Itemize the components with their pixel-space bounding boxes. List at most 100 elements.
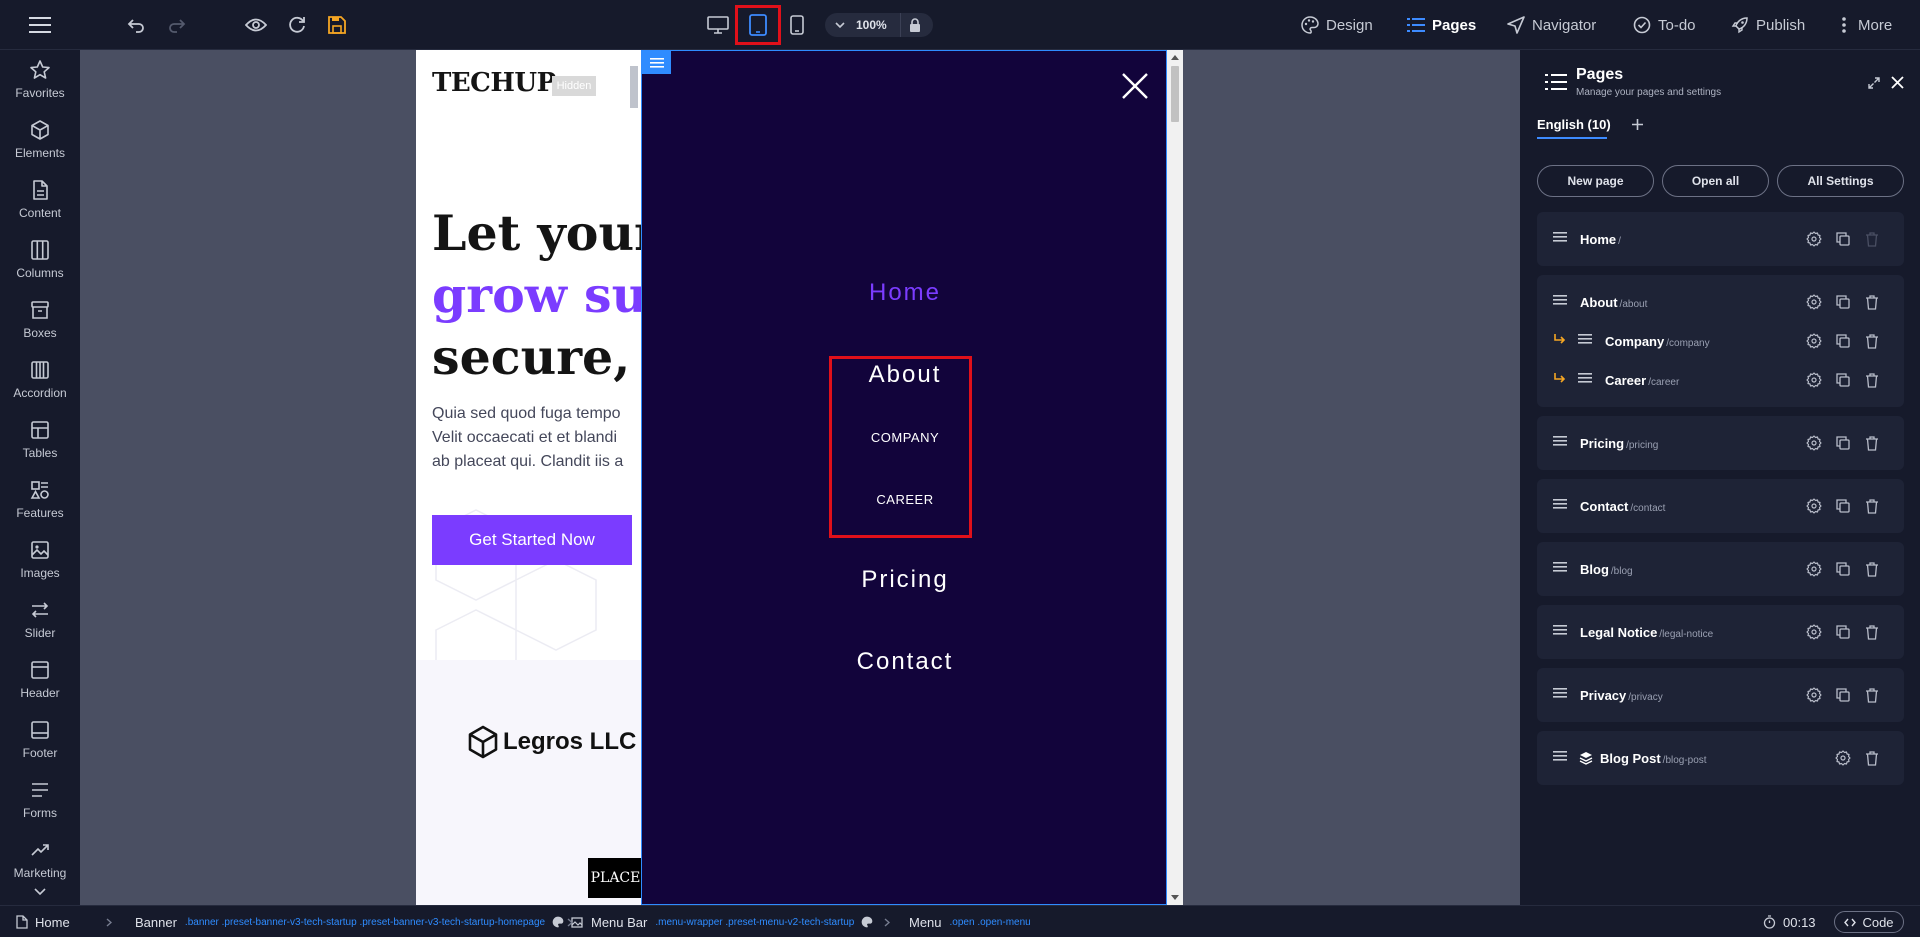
menu-item-home[interactable]: Home	[642, 279, 1168, 307]
page-row[interactable]: Blog Post/blog-post	[1537, 739, 1904, 777]
scroll-up-icon[interactable]	[1171, 54, 1179, 60]
page-row[interactable]: Home /	[1537, 220, 1904, 258]
page-row[interactable]: Pricing/pricing	[1537, 424, 1904, 462]
sidebar-item-footer[interactable]: Footer	[0, 710, 80, 770]
preview-scrollbar[interactable]	[1167, 50, 1183, 905]
breadcrumb-menu-bar[interactable]: Menu Bar .menu-wrapper .preset-menu-v2-t…	[591, 906, 873, 937]
duplicate-icon[interactable]	[1835, 372, 1851, 388]
sidebar-item-favorites[interactable]: Favorites	[0, 50, 80, 110]
trash-icon[interactable]	[1864, 294, 1880, 310]
gear-icon[interactable]	[1835, 750, 1851, 766]
trash-icon[interactable]	[1864, 372, 1880, 388]
nav-pages[interactable]: Pages	[1407, 0, 1476, 50]
nav-design[interactable]: Design	[1301, 0, 1373, 50]
breadcrumb-banner[interactable]: Banner .banner .preset-banner-v3-tech-st…	[135, 906, 583, 937]
undo-icon[interactable]	[124, 13, 148, 37]
duplicate-icon[interactable]	[1835, 498, 1851, 514]
duplicate-icon[interactable]	[1835, 435, 1851, 451]
nav-publish[interactable]: Publish	[1731, 0, 1805, 50]
hamburger-menu-icon[interactable]	[28, 13, 52, 37]
site-logo[interactable]: TECHUP	[432, 68, 556, 98]
sidebar-item-features[interactable]: Features	[0, 470, 80, 530]
desktop-view-icon[interactable]	[706, 13, 730, 37]
code-button[interactable]: Code	[1834, 911, 1904, 933]
page-row[interactable]: Privacy/privacy	[1537, 676, 1904, 714]
trash-icon[interactable]	[1864, 687, 1880, 703]
menu-item-contact[interactable]: Contact	[642, 648, 1168, 676]
trash-icon[interactable]	[1864, 624, 1880, 640]
gear-icon[interactable]	[1806, 294, 1822, 310]
open-all-button[interactable]: Open all	[1662, 165, 1769, 197]
drag-handle-icon[interactable]	[1553, 751, 1567, 761]
tab-language-english[interactable]: English (10)	[1537, 117, 1611, 132]
chevron-down-icon[interactable]	[34, 888, 46, 896]
sidebar-item-forms[interactable]: Forms	[0, 770, 80, 830]
gear-icon[interactable]	[1806, 624, 1822, 640]
menu-element-handle-icon[interactable]	[642, 51, 671, 74]
sidebar-item-boxes[interactable]: Boxes	[0, 290, 80, 350]
get-started-button[interactable]: Get Started Now	[432, 515, 632, 565]
drag-handle-icon[interactable]	[1553, 499, 1567, 509]
drag-handle-icon[interactable]	[1553, 625, 1567, 635]
gear-icon[interactable]	[1806, 498, 1822, 514]
trash-icon[interactable]	[1864, 333, 1880, 349]
sidebar-item-slider[interactable]: Slider	[0, 590, 80, 650]
trash-icon[interactable]	[1864, 498, 1880, 514]
all-settings-button[interactable]: All Settings	[1777, 165, 1904, 197]
sidebar-item-content[interactable]: Content	[0, 170, 80, 230]
gear-icon[interactable]	[1806, 687, 1822, 703]
duplicate-icon[interactable]	[1835, 294, 1851, 310]
drag-handle-icon[interactable]	[1553, 232, 1567, 242]
page-row[interactable]: Legal Notice/legal-notice	[1537, 613, 1904, 651]
breadcrumb-home[interactable]: Home	[16, 906, 70, 937]
nav-navigator[interactable]: Navigator	[1507, 0, 1596, 50]
menu-item-pricing[interactable]: Pricing	[642, 566, 1168, 594]
page-row[interactable]: About/about	[1537, 283, 1904, 321]
duplicate-icon[interactable]	[1835, 561, 1851, 577]
sidebar-item-columns[interactable]: Columns	[0, 230, 80, 290]
close-icon[interactable]	[1121, 72, 1149, 100]
zoom-control[interactable]: 100%	[825, 13, 933, 37]
drag-handle-icon[interactable]	[1553, 562, 1567, 572]
drag-handle-icon[interactable]	[1553, 688, 1567, 698]
new-page-button[interactable]: New page	[1537, 165, 1654, 197]
nav-more[interactable]: More	[1841, 0, 1892, 50]
redo-icon[interactable]	[165, 13, 189, 37]
sidebar-item-marketing[interactable]: Marketing	[0, 830, 80, 890]
trash-icon[interactable]	[1864, 561, 1880, 577]
sidebar-item-images[interactable]: Images	[0, 530, 80, 590]
breadcrumb-menu[interactable]: Menu .open .open-menu	[909, 906, 1031, 937]
page-row-child[interactable]: Company/company	[1537, 322, 1904, 360]
nav-todo[interactable]: To-do	[1633, 0, 1696, 50]
trash-icon[interactable]	[1864, 435, 1880, 451]
drag-handle-icon[interactable]	[1578, 334, 1592, 344]
drag-handle-icon[interactable]	[1553, 436, 1567, 446]
duplicate-icon[interactable]	[1835, 333, 1851, 349]
add-language-icon[interactable]	[1632, 119, 1643, 130]
sidebar-item-header[interactable]: Header	[0, 650, 80, 710]
gear-icon[interactable]	[1806, 333, 1822, 349]
duplicate-icon[interactable]	[1835, 624, 1851, 640]
gear-icon[interactable]	[1806, 435, 1822, 451]
drag-handle-icon[interactable]	[1578, 373, 1592, 383]
refresh-icon[interactable]	[285, 13, 309, 37]
duplicate-icon[interactable]	[1835, 687, 1851, 703]
gear-icon[interactable]	[1806, 231, 1822, 247]
gear-icon[interactable]	[1806, 561, 1822, 577]
page-row[interactable]: Blog/blog	[1537, 550, 1904, 588]
trash-icon[interactable]	[1864, 750, 1880, 766]
page-row[interactable]: Contact/contact	[1537, 487, 1904, 525]
page-row-child[interactable]: Career/career	[1537, 361, 1904, 399]
sidebar-item-elements[interactable]: Elements	[0, 110, 80, 170]
duplicate-icon[interactable]	[1835, 231, 1851, 247]
drag-handle-icon[interactable]	[1553, 295, 1567, 305]
scroll-down-icon[interactable]	[1171, 895, 1179, 901]
close-panel-icon[interactable]	[1891, 76, 1904, 89]
expand-icon[interactable]	[1868, 77, 1880, 89]
sidebar-item-tables[interactable]: Tables	[0, 410, 80, 470]
tablet-view-icon[interactable]	[746, 13, 770, 37]
mobile-view-icon[interactable]	[785, 13, 809, 37]
scrollbar-thumb[interactable]	[1171, 66, 1179, 122]
save-icon[interactable]	[325, 13, 349, 37]
sidebar-item-accordion[interactable]: Accordion	[0, 350, 80, 410]
